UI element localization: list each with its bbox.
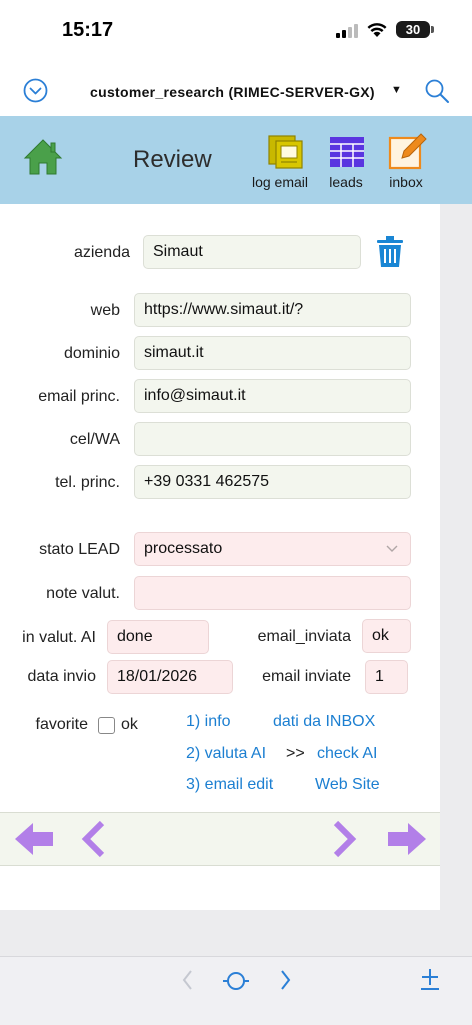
email-princ-field[interactable]: info@simaut.it [134, 379, 411, 413]
right-gutter [440, 204, 472, 910]
in-valut-ai-field[interactable]: done [107, 620, 209, 654]
dominio-label: dominio [63, 345, 120, 362]
azienda-label: azienda [73, 244, 130, 261]
email-inviata-field[interactable]: ok [362, 619, 411, 653]
chevron-down-icon [386, 533, 398, 577]
forward-chevron-icon[interactable] [277, 967, 293, 993]
stato-lead-dropdown[interactable]: processato [134, 532, 411, 566]
favorite-label: favorite [35, 716, 88, 733]
note-valut-field[interactable] [134, 576, 411, 610]
tel-princ-field[interactable]: +39 0331 462575 [134, 465, 411, 499]
add-record-icon[interactable] [419, 966, 441, 992]
battery-icon: 30 [396, 21, 430, 38]
inbox-edit-icon[interactable] [388, 132, 428, 170]
web-field[interactable]: https://www.simaut.it/? [134, 293, 411, 327]
dati-inbox-link[interactable]: dati da INBOX [273, 713, 375, 731]
log-email-label[interactable]: log email [245, 174, 315, 190]
info-link[interactable]: 1) info [186, 713, 230, 731]
stato-lead-value: processato [144, 540, 223, 557]
azienda-field[interactable]: Simaut [143, 235, 361, 269]
in-valut-ai-label: in valut. AI [22, 629, 96, 646]
check-ai-link[interactable]: check AI [317, 745, 377, 763]
status-time: 15:17 [62, 19, 114, 41]
next-record-chevron-icon[interactable] [330, 819, 358, 859]
layout-title: Review [133, 146, 212, 173]
email-inviate-label: email inviate [262, 668, 351, 685]
battery-tip [431, 26, 434, 33]
search-icon[interactable] [424, 78, 450, 104]
valuta-ai-link[interactable]: 2) valuta AI [186, 745, 266, 763]
email-edit-link[interactable]: 3) email edit [186, 776, 273, 794]
web-label: web [90, 302, 120, 319]
wifi-icon [366, 20, 388, 38]
email-inviate-field[interactable]: 1 [365, 660, 408, 694]
previous-record-chevron-icon[interactable] [80, 819, 108, 859]
cel-wa-field[interactable] [134, 422, 411, 456]
signal-icon [336, 22, 360, 38]
email-inviata-label: email_inviata [257, 628, 351, 645]
refresh-icon[interactable] [223, 968, 249, 994]
note-valut-label: note valut. [46, 585, 120, 602]
file-menu-caret-icon[interactable]: ▼ [391, 84, 402, 96]
file-title[interactable]: customer_research (RIMEC-SERVER-GX) [90, 84, 375, 100]
email-princ-label: email princ. [38, 388, 120, 405]
last-record-arrow-icon[interactable] [386, 821, 428, 857]
web-site-link[interactable]: Web Site [315, 776, 380, 794]
log-email-icon[interactable] [268, 135, 304, 169]
favorite-checkbox[interactable] [98, 717, 115, 734]
tel-princ-label: tel. princ. [55, 474, 120, 491]
trash-icon[interactable] [376, 236, 404, 268]
dominio-field[interactable]: simaut.it [134, 336, 411, 370]
record-nav-bar [0, 812, 440, 866]
back-chevron-icon[interactable] [180, 967, 196, 993]
chevron-down-circle-icon[interactable] [23, 78, 48, 103]
cel-wa-label: cel/WA [69, 431, 120, 448]
inbox-label[interactable]: inbox [377, 174, 435, 190]
data-invio-field[interactable]: 18/01/2026 [107, 660, 233, 694]
first-record-arrow-icon[interactable] [13, 821, 55, 857]
home-icon[interactable] [23, 138, 63, 176]
leads-grid-icon[interactable] [329, 136, 365, 168]
data-invio-label: data invio [27, 668, 97, 685]
arrow-text: >> [286, 745, 305, 762]
favorite-checkbox-label[interactable]: ok [121, 716, 138, 734]
leads-label[interactable]: leads [316, 174, 376, 190]
stato-lead-label: stato LEAD [39, 541, 120, 558]
